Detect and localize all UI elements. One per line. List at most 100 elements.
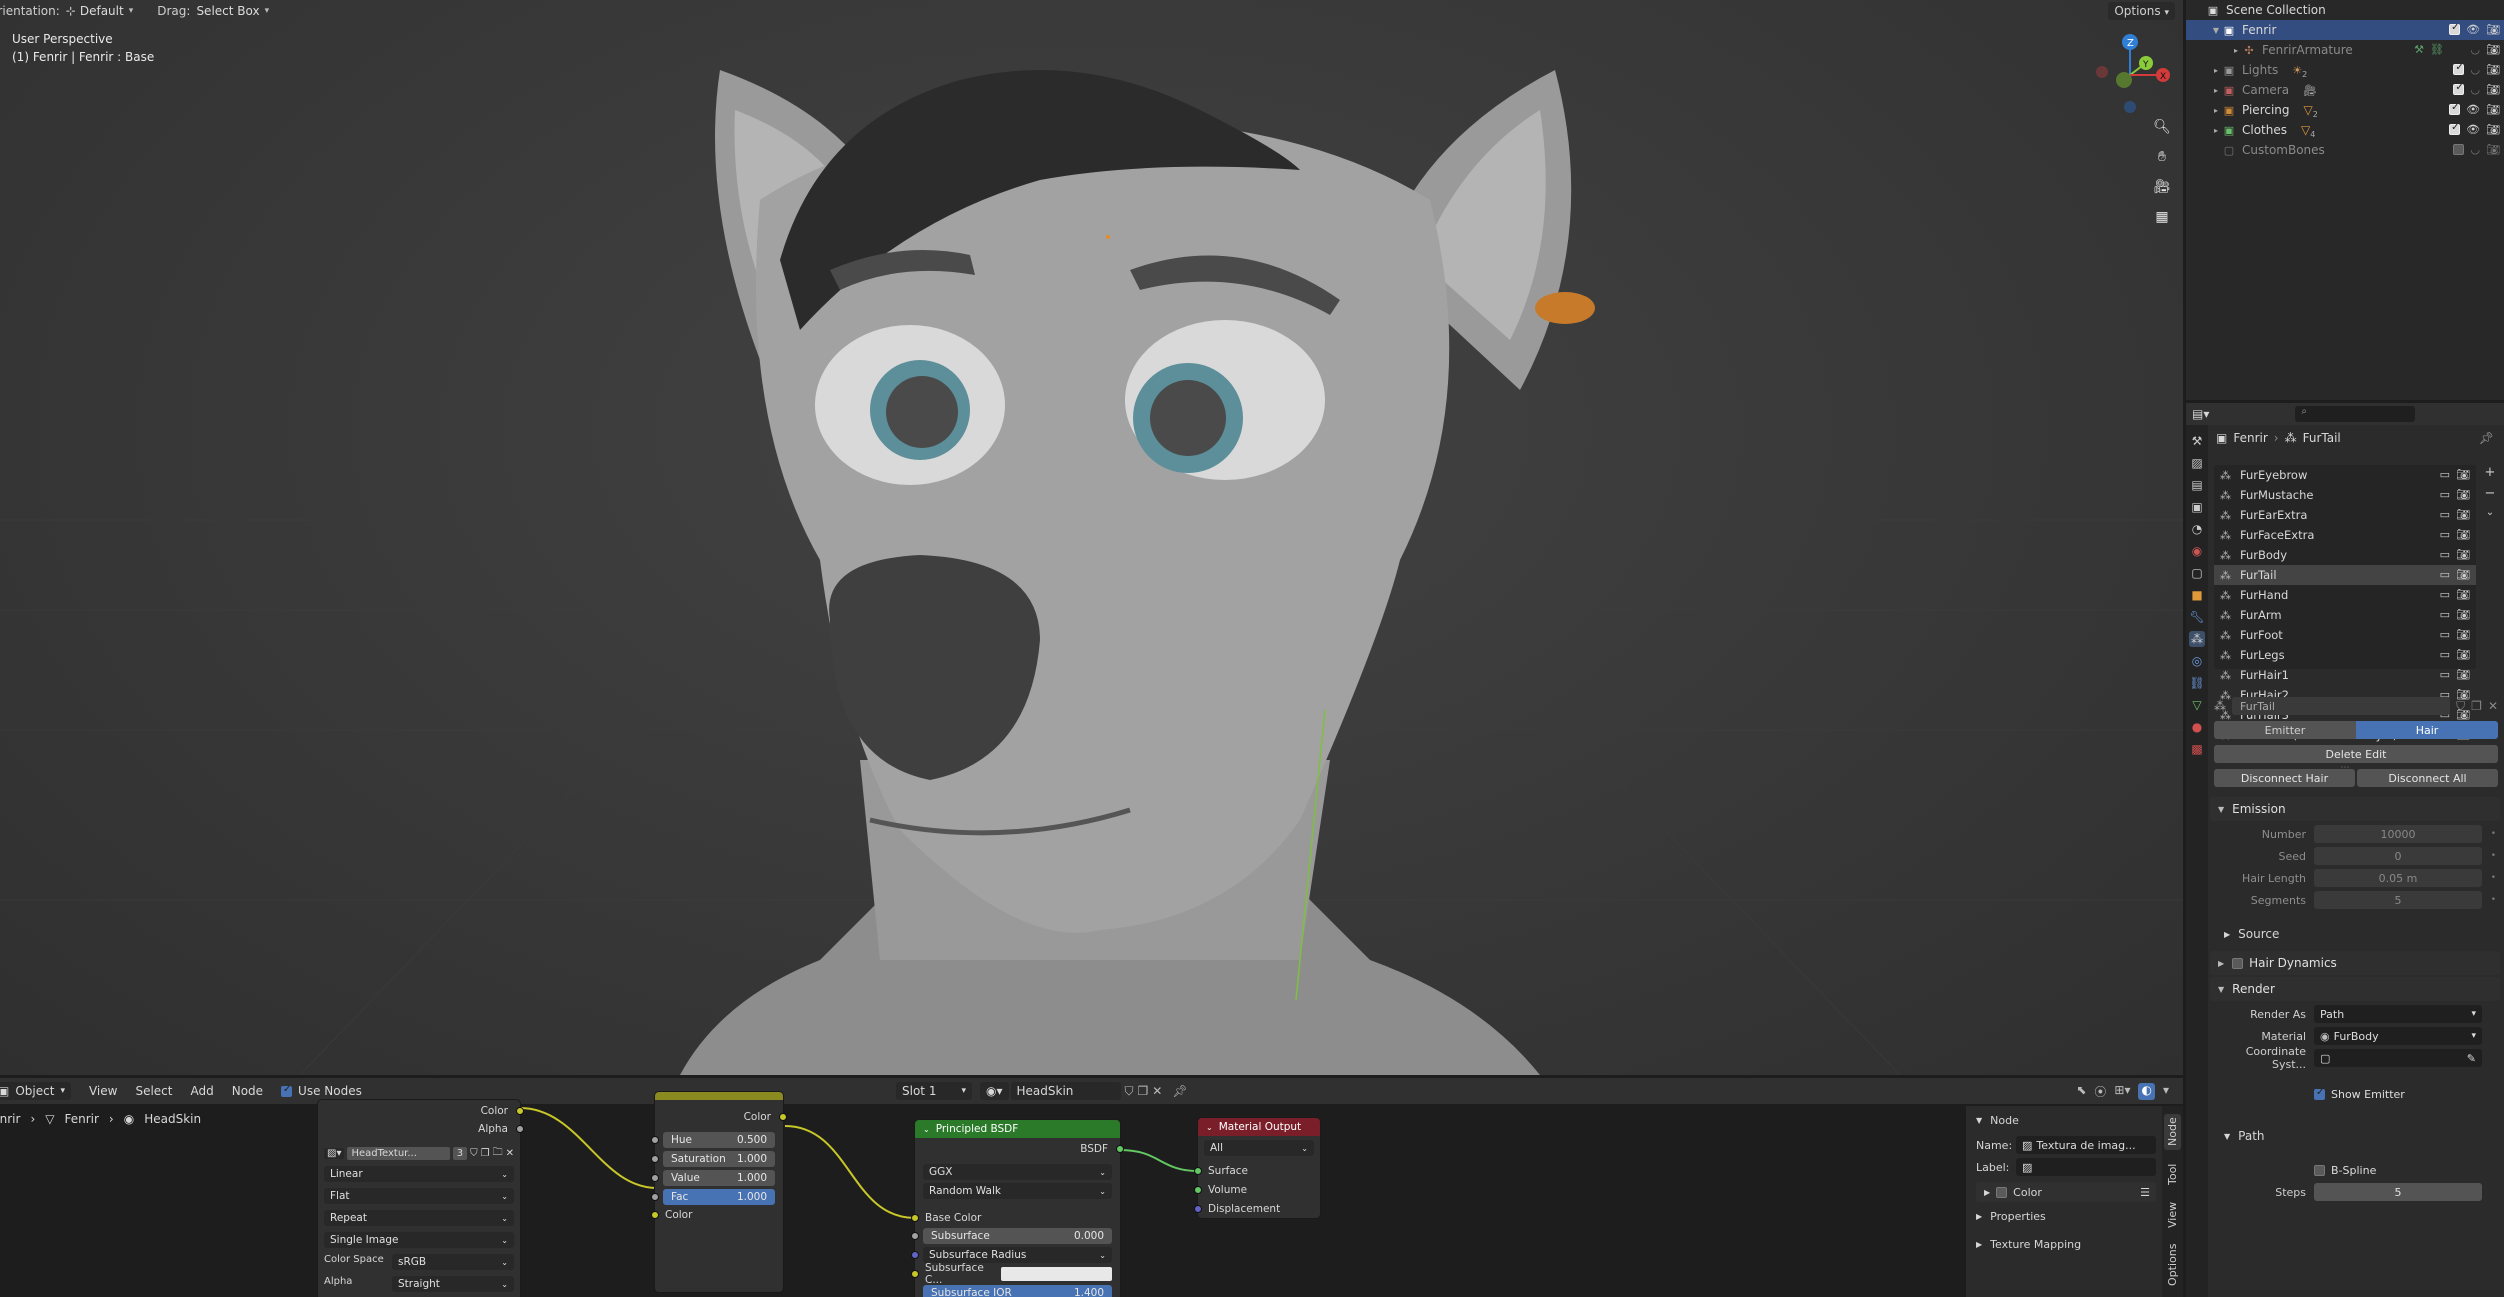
exclude-checkbox[interactable]: [2453, 144, 2465, 155]
render-camera-icon[interactable]: 📷︎: [2456, 548, 2470, 561]
collection-tab-icon[interactable]: ▢: [2189, 565, 2205, 581]
subsurface-input-socket[interactable]: [911, 1232, 919, 1240]
emitter-type-button[interactable]: Emitter: [2214, 721, 2356, 739]
particle-system-item[interactable]: ⁂ FurFoot ▭ 📷︎: [2214, 625, 2476, 645]
fake-user-icon[interactable]: ⛉: [470, 1148, 478, 1159]
exclude-checkbox[interactable]: [2449, 22, 2461, 35]
render-as-dropdown[interactable]: Path ▾: [2314, 1005, 2482, 1023]
tab-node[interactable]: Node: [2164, 1114, 2181, 1150]
particle-settings-name[interactable]: FurTail: [2232, 697, 2451, 715]
tab-view[interactable]: View: [2164, 1198, 2181, 1232]
particle-system-item[interactable]: ⁂ FurHair1 ▭ 📷︎: [2214, 665, 2476, 685]
modifier-tab-icon[interactable]: 🔧︎: [2189, 609, 2205, 625]
eye-icon[interactable]: 👁︎: [2466, 23, 2480, 36]
render-camera-icon[interactable]: 📷︎: [2456, 568, 2470, 581]
expand-triangle-icon[interactable]: ▸: [2210, 66, 2222, 75]
particle-system-item[interactable]: ⁂ FurTail ▭ 📷︎: [2214, 565, 2476, 585]
render-camera-icon[interactable]: 📷︎: [2486, 63, 2500, 76]
render-camera-icon[interactable]: 📷︎: [2486, 83, 2500, 96]
principled-bsdf-node[interactable]: ⌄ Principled BSDF BSDF GGX ⌄ Random Walk ⌄ …: [911, 1120, 1124, 1297]
color-subpanel[interactable]: ▶ Color ☰: [1976, 1182, 2156, 1202]
eye-hidden-icon[interactable]: ◡: [2470, 43, 2480, 56]
data-tab-icon[interactable]: ▽: [2189, 697, 2205, 713]
image-browse-icon[interactable]: ▨▾: [324, 1147, 345, 1159]
interpolation-dropdown[interactable]: Linear ⌄: [324, 1166, 514, 1182]
image-texture-node[interactable]: Color Alpha ▨▾ HeadTextur... 3 ⛉ ❐ 🗀 ✕ L…: [318, 1100, 524, 1297]
pin-icon[interactable]: 📌︎: [2479, 431, 2494, 445]
path-subpanel[interactable]: ▼ Path: [2224, 1125, 2265, 1147]
show-viewport-icon[interactable]: ▭: [2440, 468, 2450, 481]
close-icon[interactable]: ✕: [506, 1148, 514, 1159]
color-output-socket[interactable]: [516, 1107, 524, 1115]
fac-input-socket[interactable]: [651, 1193, 659, 1201]
bsdf-output-socket[interactable]: [1116, 1145, 1124, 1153]
eye-icon[interactable]: 👁︎: [2466, 123, 2480, 136]
hue-saturation-node[interactable]: Color Hue 0.500 Saturation 1.000 Value 1.00…: [651, 1092, 787, 1292]
hue-field[interactable]: Hue 0.500: [663, 1132, 775, 1148]
world-tab-icon[interactable]: ◉: [2189, 543, 2205, 559]
editor-type-icon[interactable]: ▤▾: [2192, 407, 2209, 421]
image-users-count[interactable]: 3: [452, 1146, 468, 1160]
saturation-input-socket[interactable]: [651, 1155, 659, 1163]
render-camera-icon[interactable]: 📷︎: [2456, 528, 2470, 541]
object-tab-icon[interactable]: ■: [2189, 587, 2205, 603]
surface-input-socket[interactable]: [1194, 1167, 1202, 1175]
base-color-input-socket[interactable]: [911, 1214, 919, 1222]
alpha-mode-dropdown[interactable]: Straight ⌄: [392, 1276, 514, 1292]
fake-user-icon[interactable]: ⛉: [2456, 699, 2465, 714]
outliner-item-fenrir[interactable]: ▼ ▣ Fenrir 👁︎📷︎: [2186, 20, 2504, 40]
material-tab-icon[interactable]: ●: [2189, 719, 2205, 735]
material-output-header[interactable]: ⌄ Material Output: [1198, 1118, 1320, 1136]
properties-panel-header[interactable]: ▶ Properties: [1976, 1210, 2046, 1223]
segments-field[interactable]: 5: [2314, 891, 2482, 909]
particle-system-item[interactable]: ⁂ FurArm ▭ 📷︎: [2214, 605, 2476, 625]
hair-type-button[interactable]: Hair: [2356, 721, 2498, 739]
scene-tab-icon[interactable]: ◔: [2189, 521, 2205, 537]
show-viewport-icon[interactable]: ▭: [2440, 608, 2450, 621]
render-camera-icon[interactable]: 📷︎: [2456, 588, 2470, 601]
seed-field[interactable]: 0: [2314, 847, 2482, 865]
show-viewport-icon[interactable]: ▭: [2440, 488, 2450, 501]
outliner-item-lights[interactable]: ▸ ▣ Lights ☀ 2 ◡📷︎: [2186, 60, 2504, 80]
show-viewport-icon[interactable]: ▭: [2440, 668, 2450, 681]
view-layer-tab-icon[interactable]: ▣: [2189, 499, 2205, 515]
subsurface-color-input-socket[interactable]: [911, 1270, 919, 1278]
shader-node-editor[interactable]: ▣Object▾ View Select Add Node Use Nodes …: [0, 1078, 2183, 1297]
tool-tab-icon[interactable]: ⚒: [2189, 433, 2205, 449]
tab-options[interactable]: Options: [2164, 1240, 2181, 1290]
hair-dynamics-checkbox[interactable]: [2232, 957, 2244, 969]
outliner-item-camera[interactable]: ▸ ▣ Camera 🎥︎ ◡📷︎: [2186, 80, 2504, 100]
render-camera-icon[interactable]: 📷︎: [2486, 23, 2500, 36]
expand-triangle-icon[interactable]: ▼: [2210, 26, 2222, 35]
bspline-checkbox[interactable]: [2314, 1164, 2325, 1176]
distribution-dropdown[interactable]: GGX ⌄: [923, 1164, 1112, 1180]
number-field[interactable]: 10000: [2314, 825, 2482, 843]
duplicate-icon[interactable]: ❐: [2471, 699, 2482, 713]
camera-view-icon[interactable]: 🎥︎: [2150, 175, 2174, 199]
render-camera-icon[interactable]: 📷︎: [2486, 123, 2500, 136]
constraints-tab-icon[interactable]: ⛓: [2189, 675, 2205, 691]
outliner-item-custombones[interactable]: ▢ CustomBones ◡ 📷︎: [2186, 140, 2504, 160]
navigation-gizmo[interactable]: Z Y X: [2090, 30, 2170, 115]
render-camera-icon[interactable]: 📷︎: [2486, 143, 2500, 156]
show-viewport-icon[interactable]: ▭: [2440, 628, 2450, 641]
perspective-grid-icon[interactable]: ▦: [2150, 205, 2174, 229]
hue-input-socket[interactable]: [651, 1136, 659, 1144]
subsurface-radius-dropdown[interactable]: Subsurface Radius ⌄: [923, 1247, 1112, 1263]
steps-field[interactable]: 5: [2314, 1183, 2482, 1201]
source-subpanel[interactable]: ▶ Source: [2224, 923, 2279, 945]
render-camera-icon[interactable]: 📷︎: [2456, 648, 2470, 661]
source-dropdown[interactable]: Single Image ⌄: [324, 1232, 514, 1248]
render-camera-icon[interactable]: 📷︎: [2456, 508, 2470, 521]
node-label-field[interactable]: ▨: [2016, 1158, 2156, 1176]
3d-viewport[interactable]: Orientation: ⊹Default▾ Drag: Select Box▾…: [0, 0, 2183, 1075]
chevron-down-icon[interactable]: ⌄: [2486, 507, 2494, 518]
color-space-dropdown[interactable]: sRGB ⌄: [392, 1254, 514, 1270]
tab-tool[interactable]: Tool: [2164, 1158, 2181, 1190]
value-field[interactable]: Value 1.000: [663, 1170, 775, 1186]
value-input-socket[interactable]: [651, 1174, 659, 1182]
material-output-node[interactable]: ⌄ Material Output All ⌄ Surface Volume Dis…: [1194, 1118, 1320, 1218]
delete-edit-button[interactable]: Delete Edit: [2214, 745, 2498, 763]
orientation-dropdown[interactable]: ⊹ Default ▾: [60, 3, 139, 19]
eye-hidden-icon[interactable]: ◡: [2470, 83, 2480, 96]
